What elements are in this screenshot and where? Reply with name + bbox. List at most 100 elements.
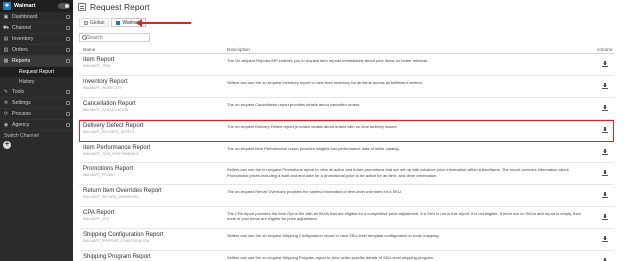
table-header: Name Description Actions [79, 45, 614, 54]
report-code: WALMART_SHIPPING_CONFIGURATION [83, 239, 150, 244]
report-code: WALMART_ITEM [83, 64, 111, 68]
page-header: Request Report [73, 0, 624, 14]
report-name[interactable]: Item Performance Report [83, 145, 227, 152]
report-description: The on-request Return Overrides provides… [227, 189, 402, 195]
actions-cell [594, 142, 614, 155]
actions-cell [594, 54, 614, 67]
lock-icon [66, 112, 70, 116]
switch-channel[interactable]: Switch Channel [0, 131, 73, 141]
cart-icon: ⛟ [2, 24, 10, 31]
actions-cell [594, 251, 614, 261]
report-table: Name Description Actions Item Report WALM… [79, 45, 614, 261]
sidebar-item-label: Orders [12, 47, 28, 53]
agency-icon: ◉ [3, 122, 9, 128]
report-name-cell: Item Performance Report WALMART_ITEM_PERF… [79, 142, 227, 157]
report-name-cell: Item Report WALMART_ITEM [79, 54, 227, 69]
sidebar-item-label: Inventory [12, 36, 34, 42]
lock-icon [66, 90, 70, 94]
sidebar: ✱ Walmart ▣ Dashboard ⛟ Channel ▤ Inventory ▥ O… [0, 0, 73, 261]
download-icon[interactable] [602, 192, 608, 199]
table-row: Item Report WALMART_ITEM The On-request Re… [79, 54, 614, 76]
download-icon[interactable] [602, 148, 608, 155]
sidebar-item-inventory[interactable]: ▤ Inventory [0, 34, 73, 45]
report-name-cell: Return Item Overrides Report WALMART_RETU… [79, 185, 227, 200]
sidebar-item-settings[interactable]: ✲ Settings [0, 98, 73, 109]
report-description: Sellers can use the on-request Shipping … [227, 255, 434, 261]
sidebar-toggle[interactable] [58, 3, 70, 9]
report-code: WALMART_DELIVERY_DEFECT [83, 129, 135, 134]
column-actions: Actions [596, 46, 612, 52]
sidebar-item-channel[interactable]: ⛟ Channel [0, 23, 73, 34]
download-icon[interactable] [602, 126, 608, 133]
sidebar-item-reports[interactable]: ▦ Reports [0, 56, 73, 67]
table-row: Cancellation Report WALMART_CANCELLATION T… [79, 98, 614, 120]
table-row: CPA Report WALMART_CPA The CPA report prov… [79, 207, 614, 230]
report-name[interactable]: Promotions Report [83, 166, 227, 173]
report-name[interactable]: Delivery Defect Report [83, 123, 227, 130]
annotation-arrow [136, 19, 191, 27]
lock-icon [66, 48, 70, 52]
dashboard-icon: ▣ [3, 14, 9, 20]
orders-icon: ▥ [3, 47, 9, 53]
report-name-cell: CPA Report WALMART_CPA [79, 207, 227, 222]
reports-icon: ▦ [3, 58, 9, 64]
search-input[interactable] [87, 34, 147, 41]
actions-cell [594, 98, 614, 111]
sidebar-item-label: Tools [12, 89, 25, 95]
channel-name[interactable]: Walmart [14, 3, 55, 9]
download-icon[interactable] [602, 82, 608, 89]
sidebar-header: ✱ Walmart [0, 0, 73, 12]
globe-icon [84, 20, 88, 25]
actions-cell [594, 120, 614, 133]
report-name[interactable]: Item Report [83, 57, 227, 64]
search-icon [82, 35, 87, 40]
sidebar-item-label: Settings [12, 100, 31, 106]
download-icon[interactable] [602, 61, 608, 67]
lock-icon [66, 101, 70, 105]
report-name[interactable]: Cancellation Report [83, 101, 227, 108]
report-code: WALMART_ITEM_PERFORMANCE [83, 151, 139, 156]
sidebar-subitem-history[interactable]: History [0, 77, 73, 87]
report-name[interactable]: Inventory Report [83, 79, 227, 86]
column-name: Name [83, 46, 96, 52]
report-description: Sellers can use the on-request Promotion… [227, 167, 569, 178]
actions-cell [594, 207, 614, 221]
inventory-icon: ▤ [3, 36, 9, 42]
download-icon[interactable] [602, 214, 608, 221]
add-channel-button[interactable]: + [3, 141, 11, 149]
page-title: Request Report [90, 2, 150, 12]
sidebar-item-label: Channel [12, 25, 32, 31]
actions-cell [594, 163, 614, 177]
sidebar-item-process[interactable]: ⟳ Process [0, 109, 73, 120]
table-row: Item Performance Report WALMART_ITEM_PERF… [79, 142, 614, 164]
report-code: WALMART_CANCELLATION [83, 107, 129, 112]
sidebar-item-tools[interactable]: ✎ Tools [0, 87, 73, 98]
sidebar-item-label: Agency [12, 122, 30, 128]
sidebar-item-dashboard[interactable]: ▣ Dashboard [0, 12, 73, 23]
download-icon[interactable] [602, 170, 608, 177]
sidebar-item-orders[interactable]: ▥ Orders [0, 45, 73, 56]
report-name[interactable]: Shipping Program Report [83, 254, 227, 261]
sidebar-item-agency[interactable]: ◉ Agency [0, 120, 73, 131]
lock-icon [66, 59, 70, 63]
lock-icon [66, 15, 70, 19]
gear-icon: ✲ [3, 100, 9, 106]
report-code: WALMART_PROMO [83, 173, 115, 178]
report-code: WALMART_INVENTORY [83, 85, 122, 90]
lock-icon [66, 123, 70, 127]
actions-cell [594, 185, 614, 199]
process-icon: ⟳ [3, 111, 9, 117]
switch-channel-label: Switch Channel [4, 133, 39, 139]
download-icon[interactable] [602, 104, 608, 111]
report-name[interactable]: Shipping Configuration Report [83, 232, 227, 239]
table-row: Shipping Configuration Report WALMART_SHI… [79, 229, 614, 252]
report-code: WALMART_RETURN_OVERRIDES [83, 195, 139, 200]
sidebar-subitem-request-report[interactable]: Request Report [0, 67, 73, 77]
report-name-cell: Shipping Program ReportWALMART_SHIPPING_… [79, 251, 227, 261]
download-icon[interactable] [602, 236, 608, 243]
table-row: Return Item Overrides Report WALMART_RETU… [79, 185, 614, 208]
report-name[interactable]: CPA Report [83, 210, 227, 217]
tab-global[interactable]: Global [79, 18, 110, 27]
report-name[interactable]: Return Item Overrides Report [83, 188, 227, 195]
report-code: WALMART_CPA [83, 217, 109, 222]
